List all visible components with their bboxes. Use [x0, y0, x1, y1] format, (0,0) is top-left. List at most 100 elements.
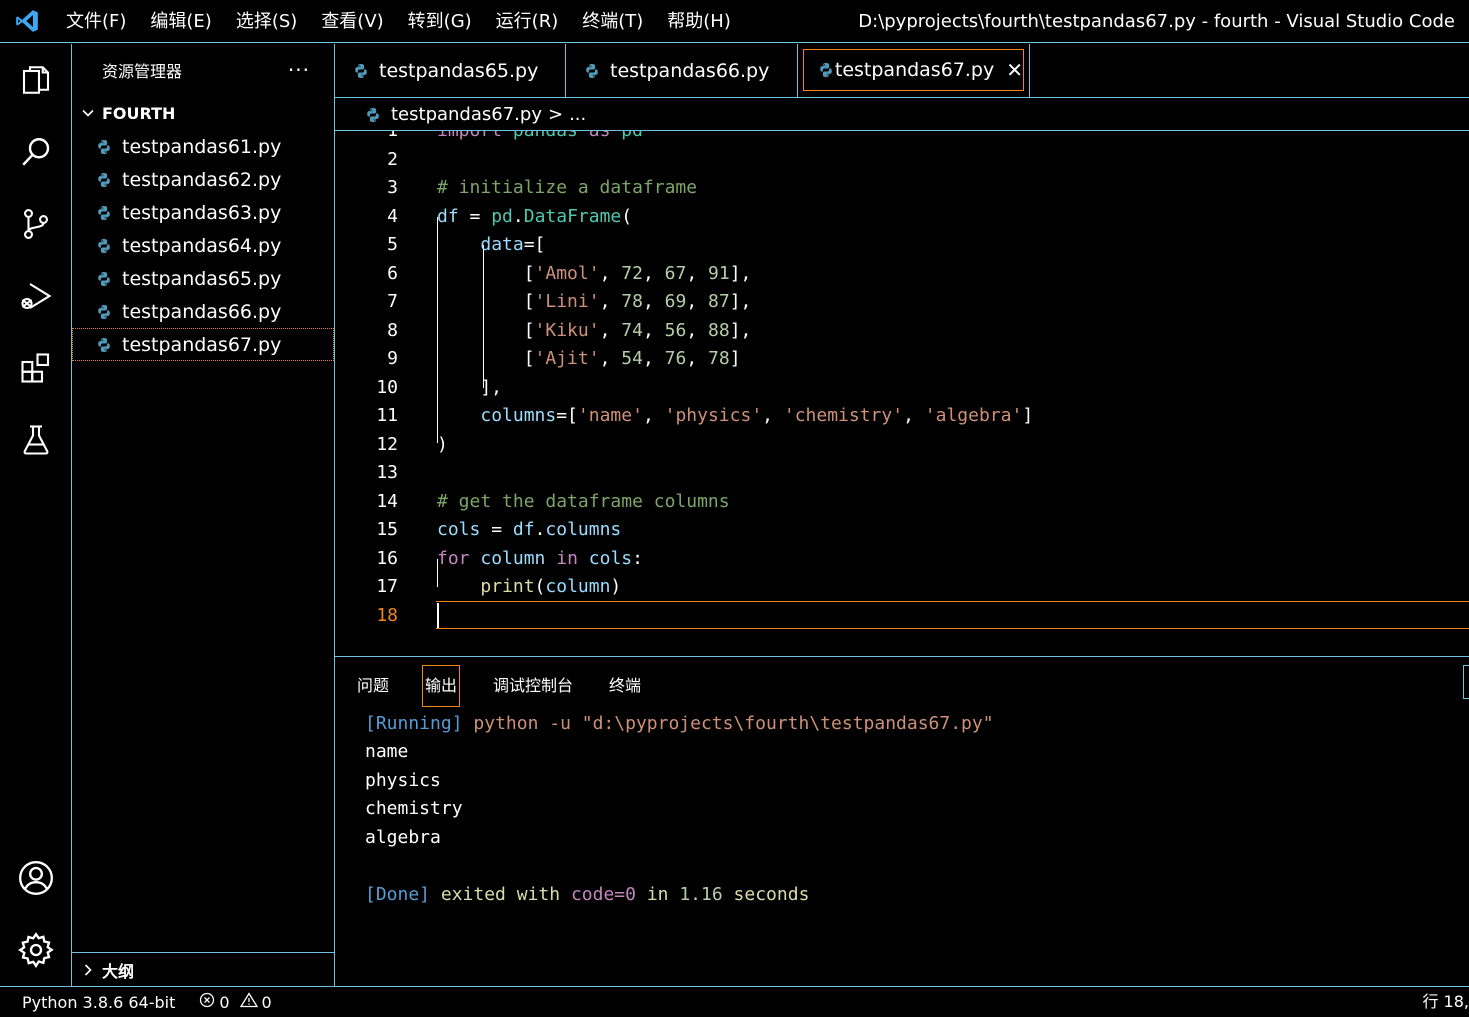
sidebar-header: 资源管理器 ··· — [72, 44, 334, 96]
problems-status[interactable]: 0 0 — [199, 992, 272, 1012]
tab-terminal[interactable]: 终端 — [607, 666, 643, 706]
code-text: ['Ajit', 54, 76, 78] — [437, 348, 741, 369]
menu-file[interactable]: 文件(F) — [54, 0, 138, 43]
python-interpreter-status[interactable]: Python 3.8.6 64-bit — [0, 993, 175, 1012]
code-editor[interactable]: 1 import pandas as pd 2 3 # initialize a dat… — [335, 131, 1469, 656]
line-number: 15 — [376, 519, 398, 540]
vscode-logo-icon — [0, 0, 54, 43]
code-line: 14 # get the dataframe columns — [335, 488, 1469, 517]
file-item[interactable]: testpandas62.py — [72, 163, 334, 196]
panel-scroll-edge — [1463, 665, 1469, 699]
output-running-line: [Running] python -u "d:\pyprojects\fourt… — [365, 713, 994, 734]
file-item[interactable]: testpandas63.py — [72, 196, 334, 229]
code-line: 12) — [335, 431, 1469, 460]
file-name: testpandas64.py — [122, 234, 282, 257]
breadcrumb-symbols[interactable]: ... — [569, 104, 586, 125]
outline-section-header[interactable]: 大纲 — [72, 952, 334, 986]
file-name: testpandas66.py — [122, 300, 282, 323]
file-name: testpandas63.py — [122, 201, 282, 224]
menu-terminal[interactable]: 终端(T) — [570, 0, 655, 43]
code-line: 2 — [335, 146, 1469, 175]
explorer-icon[interactable] — [0, 50, 71, 110]
settings-gear-icon[interactable] — [0, 920, 71, 980]
line-number: 10 — [376, 376, 398, 398]
code-text: columns=['name', 'physics', 'chemistry',… — [480, 405, 1034, 426]
line-number: 18 — [376, 604, 398, 626]
menu-run[interactable]: 运行(R) — [484, 0, 571, 43]
code-line: 17 print(column) — [335, 573, 1469, 602]
tab-label: testpandas65.py — [379, 59, 539, 82]
bottom-panel: 问题 输出 调试控制台 终端 [Running] python -u "d:\p… — [335, 656, 1469, 986]
file-list: testpandas61.py testpandas62.py testpandas… — [72, 130, 334, 361]
code-text: ], — [437, 376, 503, 398]
python-file-icon — [818, 62, 835, 78]
close-icon[interactable]: ✕ — [1006, 58, 1023, 82]
file-item[interactable]: testpandas61.py — [72, 130, 334, 163]
menu-go[interactable]: 转到(G) — [396, 0, 484, 43]
warning-count: 0 — [261, 992, 272, 1012]
menu-view[interactable]: 查看(V) — [309, 0, 395, 43]
testing-icon[interactable] — [0, 410, 71, 470]
code-line: 9 ['Ajit', 54, 76, 78] — [335, 345, 1469, 374]
code-text: ) — [437, 433, 448, 455]
file-item[interactable]: testpandas65.py — [72, 262, 334, 295]
code-line: 16 for column in cols: — [335, 545, 1469, 574]
run-debug-icon[interactable] — [0, 266, 71, 326]
tab-output[interactable]: 输出 — [422, 665, 461, 707]
code-text: import pandas as pd — [437, 131, 643, 146]
folder-name: FOURTH — [102, 103, 176, 123]
code-line: 7 ['Lini', 78, 69, 87], — [335, 288, 1469, 317]
code-line: 10 ], — [335, 374, 1469, 403]
file-item[interactable]: testpandas66.py — [72, 295, 334, 328]
code-line: 5 data=[ — [335, 231, 1469, 260]
tab-debug-console[interactable]: 调试控制台 — [491, 666, 575, 706]
explorer-sidebar: 资源管理器 ··· FOURTH testpandas61.py testpand… — [72, 44, 335, 986]
menu-help[interactable]: 帮助(H) — [655, 0, 743, 43]
code-text: ['Kiku', 74, 56, 88], — [437, 319, 752, 341]
line-number: 7 — [387, 291, 398, 312]
line-number: 1 — [335, 131, 398, 146]
window-title: D:\pyprojects\fourth\testpandas67.py - f… — [858, 11, 1455, 32]
code-text: ['Lini', 78, 69, 87], — [437, 291, 752, 312]
extensions-icon[interactable] — [0, 338, 71, 398]
code-line: 11 columns=['name', 'physics', 'chemistr… — [335, 402, 1469, 431]
code-text: # get the dataframe columns — [437, 490, 730, 512]
line-number: 11 — [376, 405, 398, 426]
code-text: cols = df.columns — [437, 519, 622, 540]
source-control-icon[interactable] — [0, 194, 71, 254]
tab-testpandas66[interactable]: testpandas66.py — [566, 44, 798, 97]
menu-bar: 文件(F) 编辑(E) 选择(S) 查看(V) 转到(G) 运行(R) 终端(T… — [54, 0, 743, 43]
code-text: data=[ — [480, 234, 546, 255]
line-number: 16 — [376, 547, 398, 569]
python-file-icon — [584, 63, 610, 79]
cursor-position-status[interactable]: 行 18, — [1422, 987, 1469, 1017]
breadcrumb-file[interactable]: testpandas67.py — [391, 104, 542, 125]
breadcrumb: testpandas67.py > ... — [335, 99, 1469, 131]
line-number: 9 — [387, 348, 398, 369]
menu-selection[interactable]: 选择(S) — [224, 0, 309, 43]
line-number: 8 — [387, 319, 398, 341]
code-text: print(column) — [480, 576, 622, 597]
more-actions-icon[interactable]: ··· — [288, 58, 310, 82]
chevron-right-icon — [80, 962, 102, 978]
search-icon[interactable] — [0, 122, 71, 182]
line-number: 3 — [387, 177, 398, 198]
warning-icon — [239, 992, 258, 1012]
panel-tabs: 问题 输出 调试控制台 终端 — [355, 665, 675, 707]
tab-testpandas67[interactable]: testpandas67.py ✕ — [798, 44, 1030, 97]
code-line: 13 — [335, 459, 1469, 488]
code-text: for column in cols: — [437, 547, 643, 569]
outline-label: 大纲 — [102, 961, 135, 981]
tab-problems[interactable]: 问题 — [355, 666, 391, 706]
output-done-line: [Done] exited with code=0 in 1.16 second… — [365, 884, 810, 905]
line-number: 5 — [387, 234, 398, 255]
file-item[interactable]: testpandas67.py — [72, 328, 334, 361]
line-number: 6 — [387, 262, 398, 284]
breadcrumb-separator: > — [547, 104, 564, 125]
menu-edit[interactable]: 编辑(E) — [138, 0, 223, 43]
folder-section-header[interactable]: FOURTH — [72, 96, 334, 130]
account-icon[interactable] — [0, 848, 71, 908]
file-name: testpandas62.py — [122, 168, 282, 191]
tab-testpandas65[interactable]: testpandas65.py — [335, 44, 566, 97]
file-item[interactable]: testpandas64.py — [72, 229, 334, 262]
